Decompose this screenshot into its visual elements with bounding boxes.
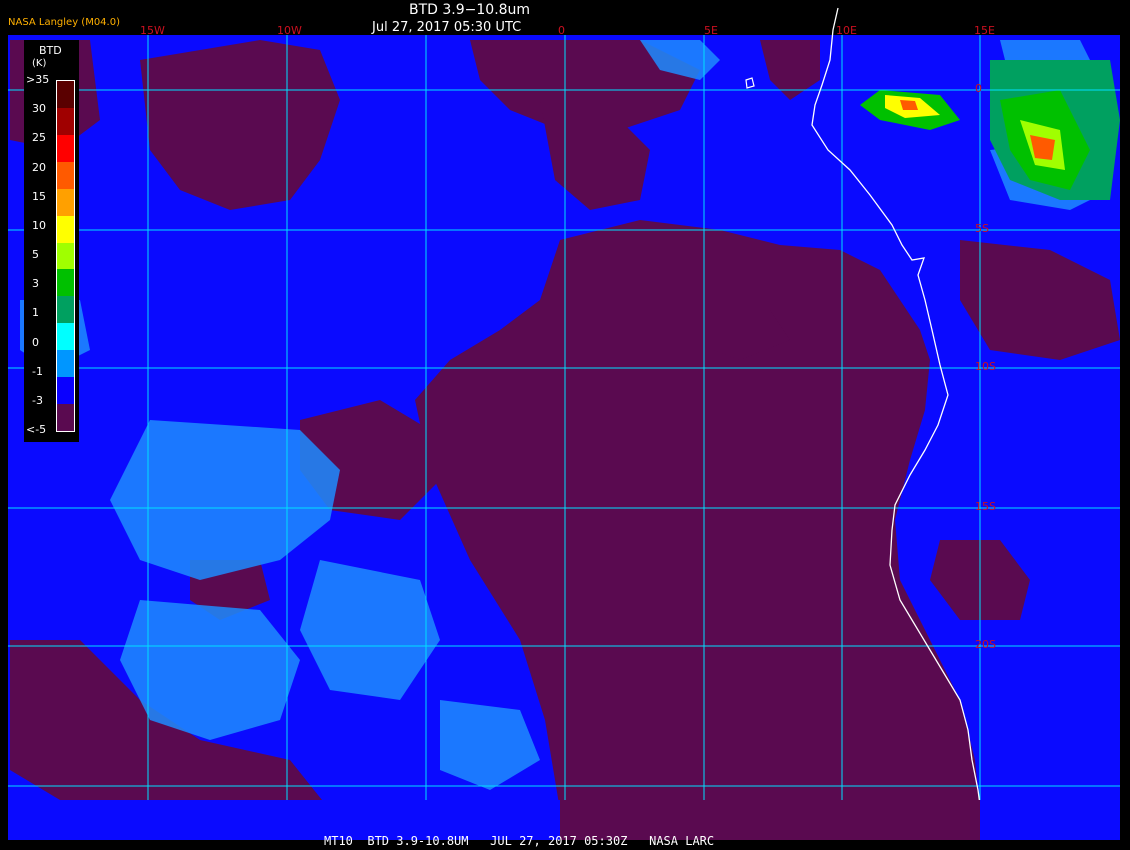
legend-tick-label: 10 bbox=[32, 218, 46, 232]
legend-swatch bbox=[57, 323, 74, 351]
legend-tick-label: 1 bbox=[32, 306, 39, 320]
legend-tick-label: 30 bbox=[32, 102, 46, 116]
legend-tick-label: 15 bbox=[32, 189, 46, 203]
legend-tick-label: 5 bbox=[32, 248, 39, 261]
legend-swatch bbox=[57, 161, 74, 189]
longitude-label: 15E bbox=[974, 24, 995, 37]
longitude-label: 10E bbox=[836, 24, 857, 37]
legend-tick-label: 25 bbox=[32, 131, 46, 145]
source-label: NASA Langley (M04.0) bbox=[8, 17, 120, 28]
footer-caption: MT10 BTD 3.9-10.8UM JUL 27, 2017 05:30Z … bbox=[324, 834, 715, 848]
legend-swatch bbox=[57, 242, 74, 270]
legend-units: (K) bbox=[32, 58, 47, 69]
color-legend: BTD (K) >35 30 25 20 15 10 5 3 1 0 -1 -3 <-5 bbox=[24, 40, 79, 442]
product-title: BTD 3.9−10.8um bbox=[409, 2, 531, 18]
legend-colorbar bbox=[56, 80, 75, 432]
legend-swatch bbox=[57, 377, 74, 405]
legend-swatch bbox=[57, 107, 74, 135]
legend-swatch bbox=[57, 269, 74, 297]
image-edge bbox=[1120, 0, 1130, 850]
legend-swatch bbox=[57, 350, 74, 378]
latitude-label: 20S bbox=[975, 638, 996, 651]
latitude-label: 15S bbox=[975, 500, 996, 513]
legend-swatch bbox=[57, 81, 74, 108]
legend-swatch bbox=[57, 188, 74, 216]
legend-tick-label: <-5 bbox=[26, 423, 47, 436]
legend-swatch bbox=[57, 215, 74, 243]
timestamp: Jul 27, 2017 05:30 UTC bbox=[372, 20, 522, 35]
legend-tick-label: -1 bbox=[32, 364, 43, 378]
latitude-label: 5S bbox=[975, 222, 989, 235]
longitude-label: 5E bbox=[704, 24, 718, 37]
longitude-label: 0 bbox=[558, 24, 565, 37]
longitude-label: 15W bbox=[140, 24, 165, 37]
legend-tick-label: 0 bbox=[32, 335, 39, 349]
legend-title: BTD bbox=[39, 44, 62, 57]
legend-tick-label: -3 bbox=[32, 393, 43, 407]
latitude-label: 0 bbox=[975, 82, 982, 95]
legend-swatch bbox=[57, 134, 74, 162]
map-canvas bbox=[8, 0, 1130, 850]
legend-swatch bbox=[57, 296, 74, 324]
satellite-image bbox=[0, 0, 1130, 850]
legend-tick-label: 20 bbox=[32, 160, 46, 174]
longitude-label: 10W bbox=[277, 24, 302, 37]
latitude-label: 10S bbox=[975, 360, 996, 373]
legend-tick-label: >35 bbox=[26, 73, 50, 86]
legend-tick-label: 3 bbox=[32, 277, 39, 291]
legend-swatch bbox=[57, 404, 74, 431]
